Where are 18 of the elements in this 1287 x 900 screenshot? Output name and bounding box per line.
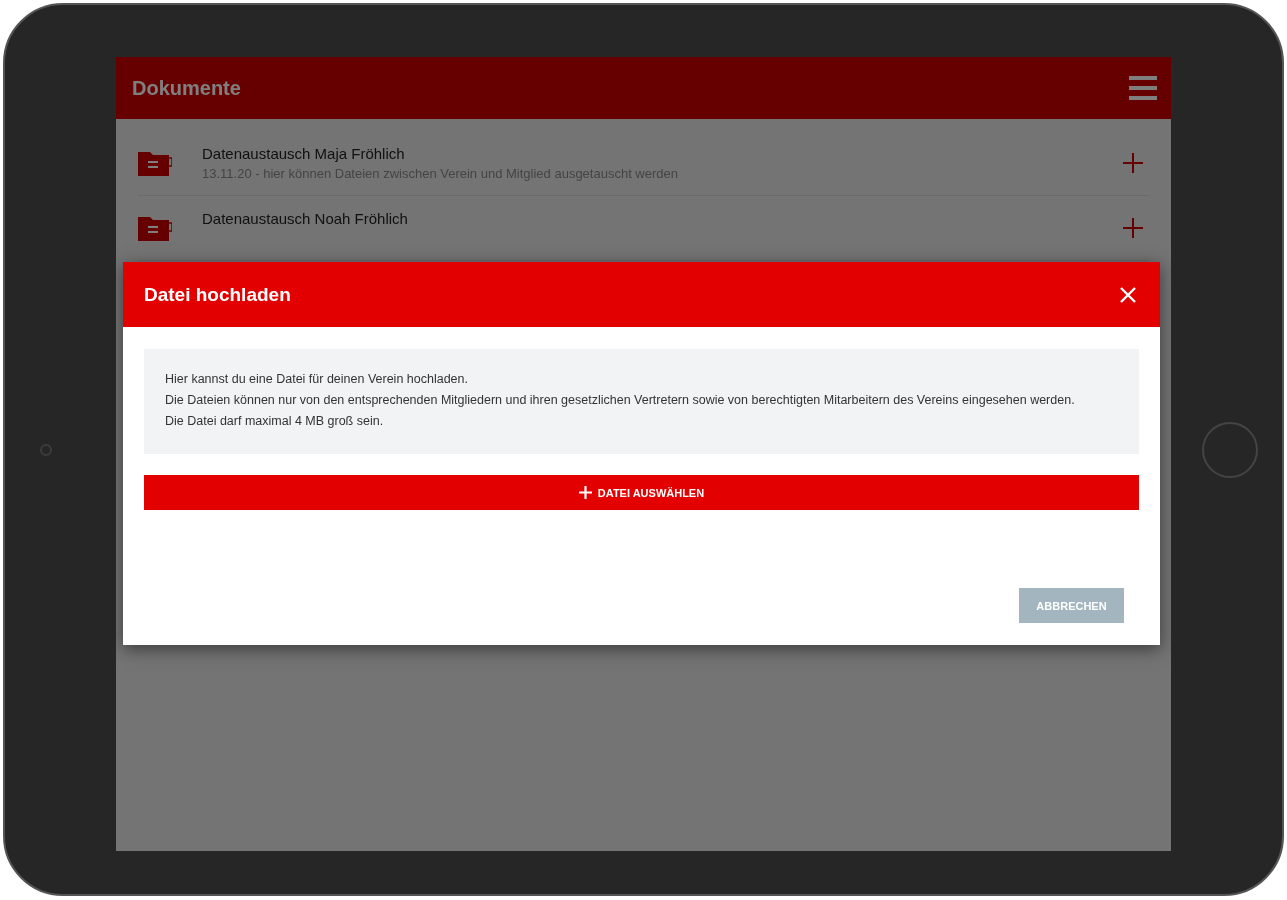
plus-icon[interactable] [1123,218,1143,238]
document-title: Datenaustausch Noah Fröhlich [202,210,409,227]
document-title: Datenaustausch Maja Fröhlich [202,145,406,162]
app-bar-title: Dokumente [132,76,241,100]
menu-icon[interactable] [1129,75,1157,101]
plus-icon [578,486,592,499]
info-text: Die Datei darf maximal 4 MB groß sein. [165,413,385,430]
info-text: Die Dateien können nur von den entsprechenden Mitgliedern und ihren gesetzlichen Vertretern sowie von berechtigten Mitarbeitern des Vereins eingesehen werden. [165,392,1076,409]
plus-icon[interactable] [1123,153,1143,173]
document-item[interactable]: Datenaustausch Noah Fröhlich [138,196,1149,261]
folder-icon [138,150,172,176]
select-file-button[interactable]: DATEI AUSWÄHLEN [144,475,1139,510]
folder-icon [138,215,172,241]
info-text: Hier kannst du eine Datei für deinen Verein hochladen. [165,371,469,388]
cancel-button[interactable]: ABBRECHEN [1019,588,1124,623]
home-button[interactable] [1201,421,1258,478]
close-icon[interactable] [1120,286,1136,303]
dialog-title: Datei hochladen [144,283,291,306]
